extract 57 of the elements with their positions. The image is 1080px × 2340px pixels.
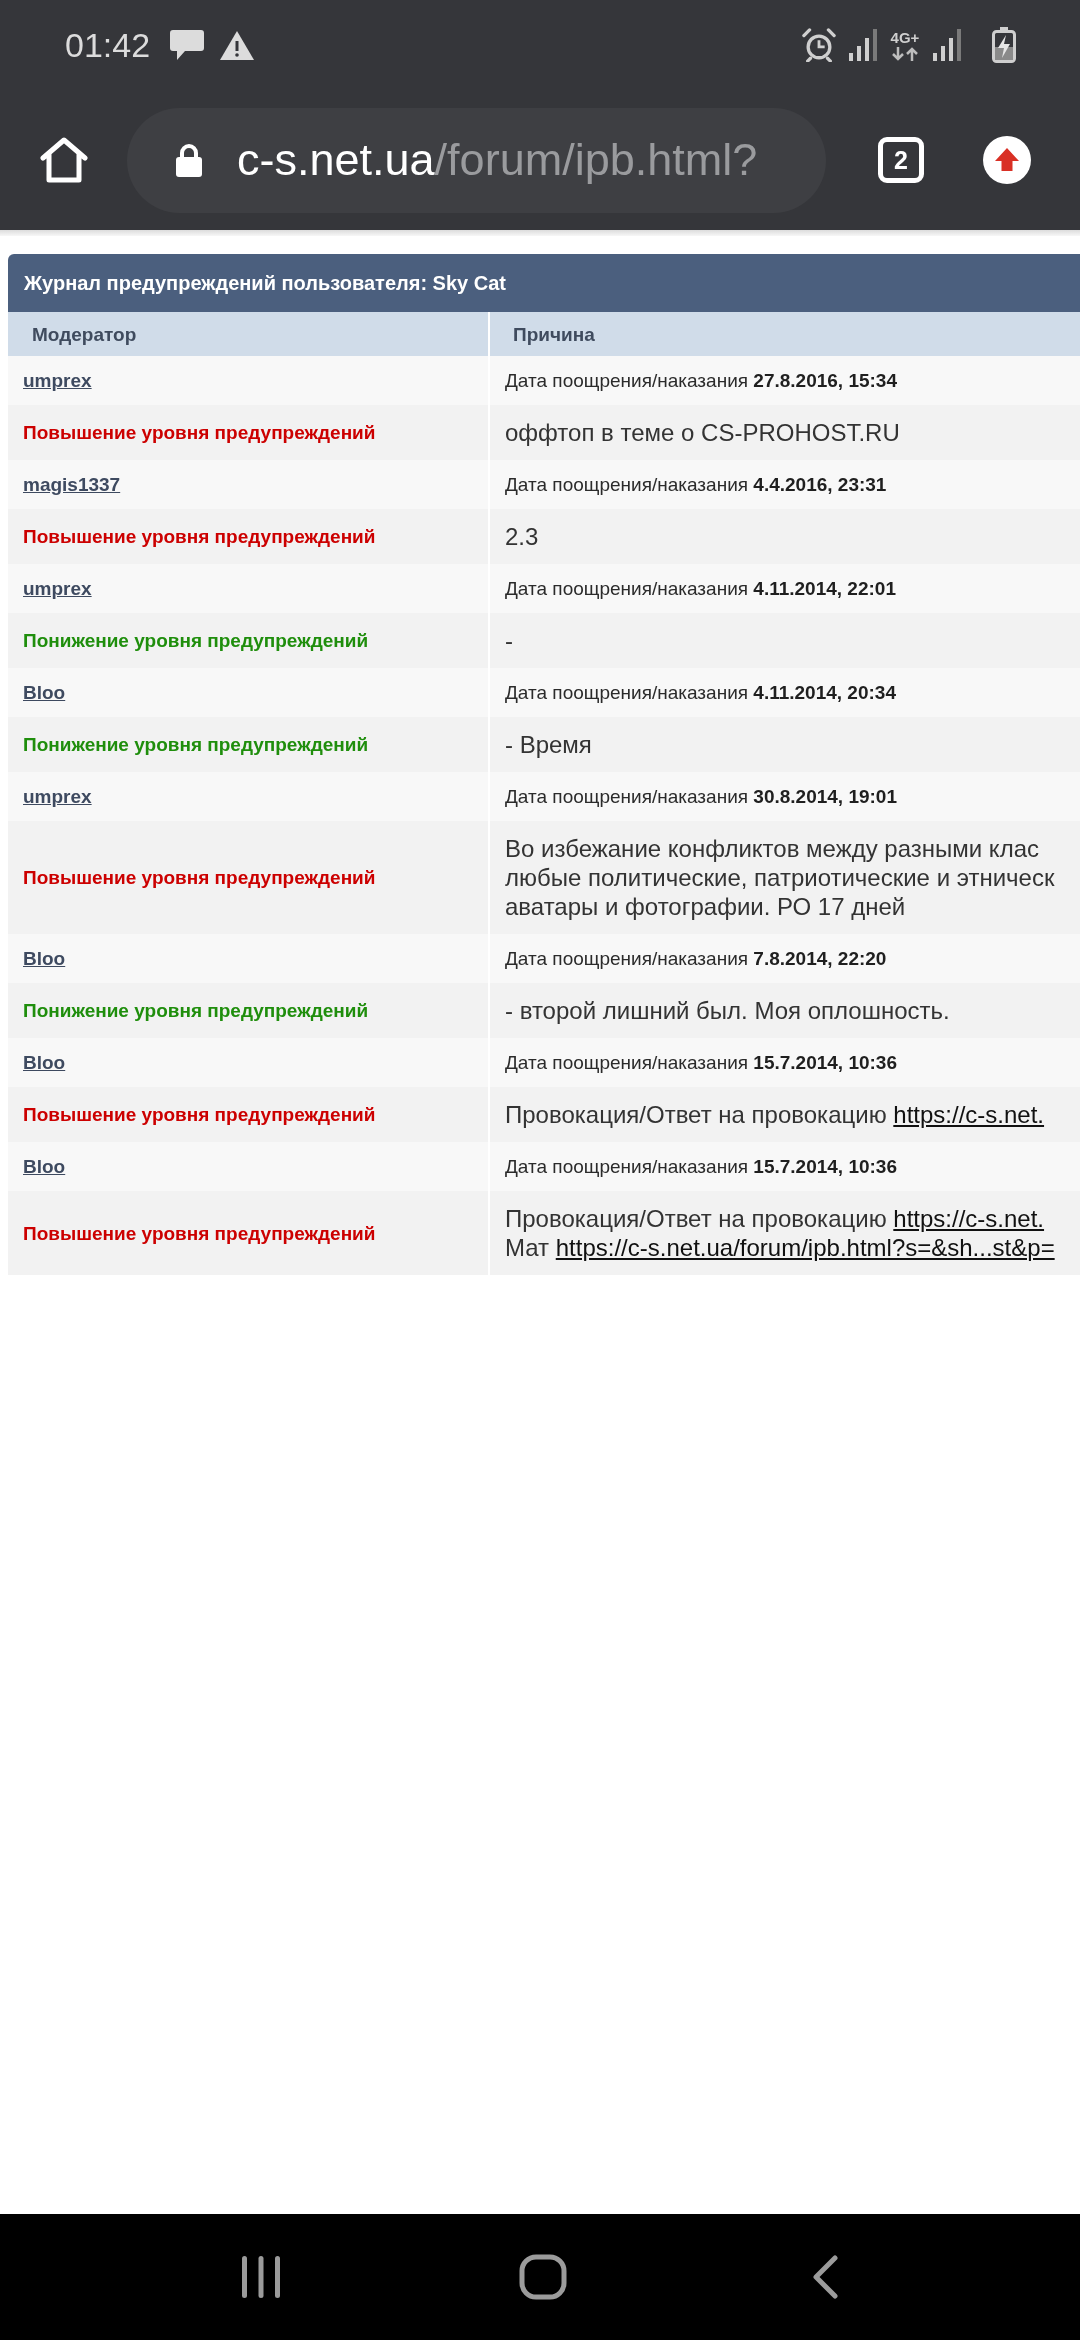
- update-button[interactable]: [983, 136, 1031, 184]
- reason-link[interactable]: https://c-s.net.ua/forum/ipb.html?s=&sh...st&p=: [555, 1234, 1055, 1261]
- moderator-link[interactable]: Bloo: [23, 680, 66, 705]
- date-text: Дата поощрения/наказания 4.4.2016, 23:31: [505, 473, 888, 497]
- moderator-link[interactable]: Bloo: [23, 1154, 66, 1179]
- moderator-link[interactable]: Bloo: [23, 1050, 66, 1075]
- signal-icon: [932, 29, 962, 61]
- action-text: Понижение уровня предупреждений: [23, 999, 370, 1023]
- action-text: Повышение уровня предупреждений: [23, 1221, 377, 1246]
- panel-title: Журнал предупреждений пользователя: Sky Cat: [8, 254, 1080, 312]
- moderator-link[interactable]: umprex: [23, 784, 92, 809]
- date-text: Дата поощрения/наказания 15.7.2014, 10:36: [505, 1155, 898, 1179]
- date-text: Дата поощрения/наказания 27.8.2016, 15:34: [505, 369, 898, 393]
- warning-icon: [220, 30, 255, 60]
- moderator-link[interactable]: Bloo: [23, 946, 66, 971]
- action-text: Понижение уровня предупреждений: [23, 629, 370, 653]
- url-text: c-s.net.ua/forum/ipb.html?: [237, 134, 758, 186]
- date-text: Дата поощрения/наказания 7.8.2014, 22:20: [505, 947, 888, 971]
- home-button[interactable]: [40, 137, 88, 183]
- reason-text: Провокация/Ответ на провокацию https://c-s.net. Мат https://c-s.net.ua/forum/ipb.html?s=&sh...st&p=: [505, 1204, 1056, 1262]
- tab-count-button[interactable]: 2: [878, 137, 924, 183]
- action-text: Понижение уровня предупреждений: [23, 733, 370, 757]
- moderator-link[interactable]: umprex: [23, 576, 92, 601]
- battery-charging-icon: [992, 27, 1016, 63]
- lock-icon: [175, 143, 203, 177]
- action-text: Повышение уровня предупреждений: [23, 1103, 377, 1127]
- date-text: Дата поощрения/наказания 4.11.2014, 22:01: [505, 577, 897, 601]
- date-text: Дата поощрения/наказания 30.8.2014, 19:01: [505, 785, 898, 809]
- alarm-clock-icon: [802, 28, 836, 62]
- back-icon[interactable]: [812, 2255, 838, 2299]
- action-text: Повышение уровня предупреждений: [23, 866, 377, 890]
- action-text: Повышение уровня предупреждений: [23, 525, 377, 549]
- moderator-link[interactable]: umprex: [23, 368, 92, 393]
- reason-text: 2.3: [505, 522, 540, 551]
- clock-time: 01:42: [65, 25, 151, 65]
- reason-link[interactable]: https://c-s.net.: [893, 1205, 1045, 1232]
- column-header: Причина: [513, 324, 595, 345]
- reason-text: - Время: [505, 730, 593, 759]
- data-arrows-icon: [890, 46, 920, 61]
- signal-icon: [848, 29, 878, 61]
- address-bar[interactable]: c-s.net.ua/forum/ipb.html?: [127, 107, 826, 213]
- reason-text: -: [505, 626, 514, 655]
- network-type: 4G+: [890, 29, 920, 46]
- date-text: Дата поощрения/наказания 15.7.2014, 10:36: [505, 1051, 898, 1075]
- message-icon: [170, 30, 205, 60]
- column-header: Модератор: [32, 324, 137, 345]
- date-text: Дата поощрения/наказания 4.11.2014, 20:34: [505, 681, 897, 705]
- reason-text: - второй лишний был. Моя оплошность.: [505, 996, 951, 1025]
- reason-text: Во избежание конфликтов между разными клас любые политические, патриотические и этническ аватары и фотографии. РО 17 дней: [505, 834, 1056, 921]
- reason-text: Провокация/Ответ на провокацию https://c-s.net.: [505, 1100, 1046, 1129]
- recent-apps-icon[interactable]: [241, 2255, 281, 2299]
- reason-text: оффтоп в теме о CS-PROHOST.RU: [505, 418, 901, 447]
- home-icon: [40, 137, 88, 183]
- home-icon[interactable]: [519, 2254, 567, 2300]
- reason-link[interactable]: https://c-s.net.: [893, 1101, 1045, 1128]
- moderator-link[interactable]: magis1337: [23, 472, 121, 497]
- action-text: Повышение уровня предупреждений: [23, 421, 377, 445]
